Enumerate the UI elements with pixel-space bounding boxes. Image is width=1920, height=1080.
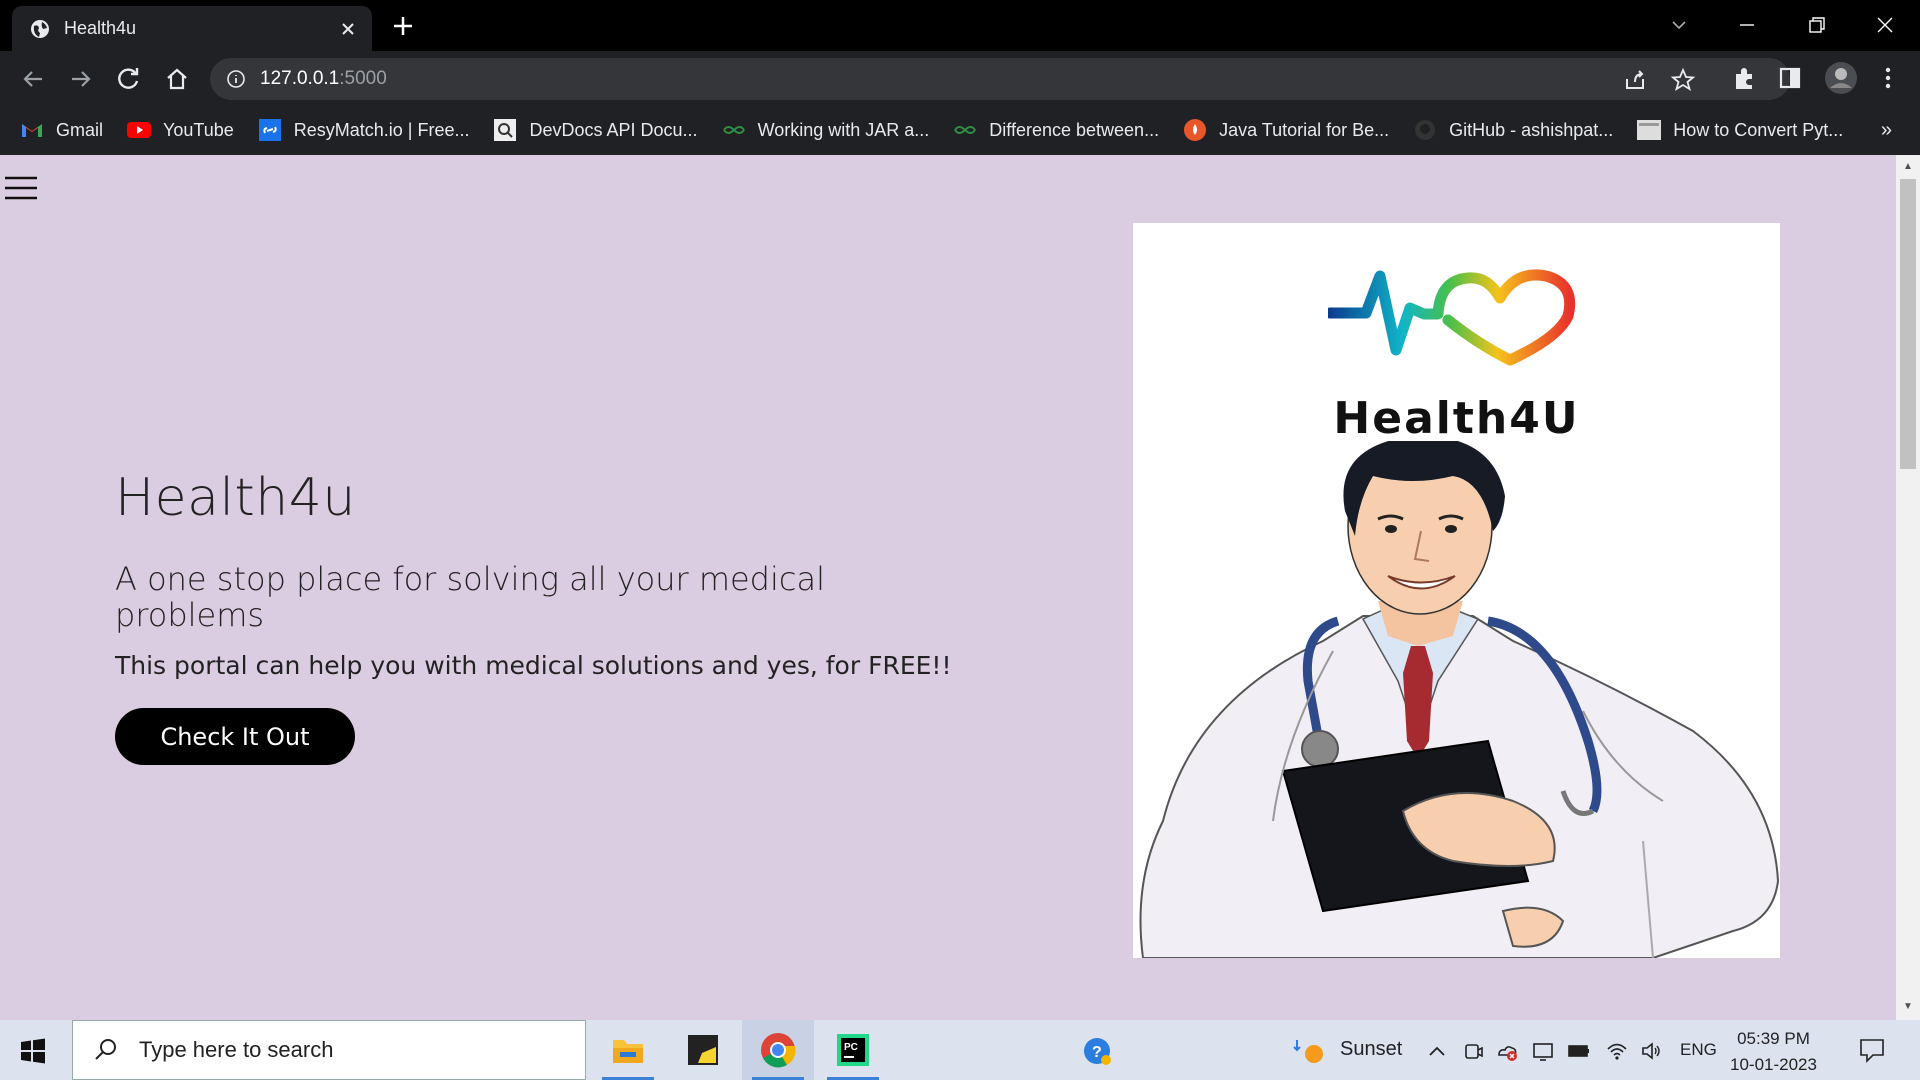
taskbar-search-box[interactable]: Type here to search bbox=[72, 1020, 586, 1080]
page-scrollbar[interactable]: ▲ ▼ bbox=[1896, 155, 1920, 1020]
close-tab-icon[interactable] bbox=[338, 19, 358, 39]
wifi-icon[interactable] bbox=[1606, 1040, 1628, 1062]
url-port: :5000 bbox=[339, 68, 387, 89]
gmail-icon bbox=[20, 120, 44, 140]
bookmark-java[interactable]: Java Tutorial for Be... bbox=[1183, 119, 1390, 141]
close-window-icon[interactable] bbox=[1872, 12, 1898, 38]
minimize-icon[interactable] bbox=[1734, 12, 1760, 38]
taskbar-sticky-notes[interactable] bbox=[667, 1020, 739, 1080]
profile-avatar-icon[interactable] bbox=[1824, 61, 1858, 95]
taskbar-file-explorer[interactable] bbox=[592, 1020, 664, 1080]
doctor-illustration: Health4U bbox=[1133, 223, 1780, 958]
sticky-notes-icon bbox=[688, 1035, 718, 1065]
doctor-figure bbox=[1139, 441, 1780, 958]
tab-search-icon[interactable] bbox=[1666, 12, 1692, 38]
meet-now-icon[interactable] bbox=[1462, 1040, 1484, 1062]
clock-time: 05:39 PM bbox=[1737, 1029, 1810, 1048]
geeks-icon bbox=[953, 120, 977, 140]
scroll-up-icon[interactable]: ▲ bbox=[1902, 161, 1914, 173]
sunset-weather-icon[interactable] bbox=[1292, 1036, 1326, 1064]
pycharm-icon: PC bbox=[837, 1034, 869, 1066]
site-info-icon[interactable] bbox=[226, 69, 246, 89]
browser-tab[interactable]: Health4u bbox=[12, 6, 372, 51]
bookmark-label: How to Convert Pyt... bbox=[1673, 119, 1844, 140]
bookmark-label: DevDocs API Docu... bbox=[529, 119, 698, 140]
taskbar-chrome[interactable] bbox=[742, 1020, 814, 1080]
menu-kebab-icon[interactable] bbox=[1874, 64, 1902, 92]
bookmark-difference[interactable]: Difference between... bbox=[953, 120, 1159, 141]
hamburger-menu-icon[interactable] bbox=[4, 171, 38, 205]
bookmark-convert[interactable]: How to Convert Pyt... bbox=[1637, 120, 1843, 141]
display-icon[interactable] bbox=[1532, 1040, 1554, 1062]
bookmark-label: Java Tutorial for Be... bbox=[1219, 119, 1390, 140]
bookmark-star-icon[interactable] bbox=[1670, 67, 1696, 93]
bookmark-label: Gmail bbox=[56, 119, 104, 140]
bookmark-youtube[interactable]: YouTube bbox=[127, 120, 234, 141]
new-tab-icon[interactable] bbox=[390, 13, 416, 39]
battery-icon[interactable] bbox=[1568, 1040, 1590, 1062]
bookmark-label: ResyMatch.io | Free... bbox=[293, 119, 470, 140]
chrome-icon bbox=[761, 1033, 796, 1068]
windows-start-icon[interactable] bbox=[20, 1038, 46, 1064]
guru99-icon bbox=[1183, 119, 1207, 141]
url-host: 127.0.0.1 bbox=[260, 68, 340, 89]
geeks-icon bbox=[722, 120, 746, 140]
volume-icon[interactable] bbox=[1640, 1040, 1662, 1062]
clock[interactable]: 05:39 PM 10-01-2023 bbox=[1730, 1026, 1817, 1078]
search-placeholder: Type here to search bbox=[139, 1037, 334, 1062]
page-icon bbox=[1637, 120, 1662, 140]
extensions-icon[interactable] bbox=[1730, 64, 1758, 92]
bookmark-gmail[interactable]: Gmail bbox=[20, 120, 103, 141]
address-bar[interactable]: 127.0.0.1:5000 bbox=[210, 58, 1790, 100]
url-text: 127.0.0.1:5000 bbox=[260, 68, 387, 90]
home-icon[interactable] bbox=[162, 64, 192, 94]
search-icon bbox=[95, 1039, 116, 1060]
bookmark-github[interactable]: GitHub - ashishpat... bbox=[1413, 120, 1613, 141]
weather-text[interactable]: Sunset bbox=[1340, 1038, 1402, 1061]
language-indicator[interactable]: ENG bbox=[1680, 1040, 1717, 1060]
windows-taskbar: Type here to search PC ? Sunset ENG 05:3… bbox=[0, 1020, 1920, 1080]
help-icon[interactable]: ? bbox=[1082, 1036, 1112, 1066]
back-icon[interactable] bbox=[18, 64, 48, 94]
bookmark-label: Difference between... bbox=[989, 119, 1160, 140]
check-it-out-button[interactable]: Check It Out bbox=[115, 708, 355, 765]
image-brand-text: Health4U bbox=[1333, 393, 1580, 444]
devdocs-icon bbox=[493, 119, 517, 141]
forward-icon[interactable] bbox=[66, 64, 96, 94]
resymatch-icon bbox=[258, 119, 282, 141]
bookmark-label: Working with JAR a... bbox=[757, 119, 930, 140]
share-icon[interactable] bbox=[1622, 67, 1648, 93]
show-hidden-icons-chevron-icon[interactable] bbox=[1426, 1040, 1448, 1062]
bookmark-resymatch[interactable]: ResyMatch.io | Free... bbox=[258, 119, 470, 141]
more-bookmarks-icon[interactable]: » bbox=[1881, 119, 1892, 142]
globe-icon bbox=[31, 19, 49, 38]
clock-date: 10-01-2023 bbox=[1730, 1055, 1817, 1074]
tab-title: Health4u bbox=[64, 18, 137, 38]
bookmark-devdocs[interactable]: DevDocs API Docu... bbox=[493, 119, 698, 141]
onedrive-error-icon[interactable] bbox=[1496, 1040, 1518, 1062]
svg-text:PC: PC bbox=[844, 1042, 858, 1053]
taskbar-pycharm[interactable]: PC bbox=[817, 1020, 889, 1080]
browser-toolbar: 127.0.0.1:5000 Gmail YouTube ResyMatch.i… bbox=[0, 51, 1920, 155]
hero-subtitle: A one stop place for solving all your me… bbox=[115, 560, 825, 634]
scroll-down-icon[interactable]: ▼ bbox=[1902, 1001, 1914, 1013]
bookmark-jar[interactable]: Working with JAR a... bbox=[722, 119, 930, 141]
hero-description: This portal can help you with medical so… bbox=[115, 651, 952, 680]
bookmark-label: YouTube bbox=[163, 119, 234, 140]
heartbeat-logo-icon bbox=[1328, 269, 1576, 366]
side-panel-icon[interactable] bbox=[1776, 64, 1804, 92]
file-explorer-icon bbox=[613, 1040, 643, 1063]
reload-icon[interactable] bbox=[114, 64, 144, 94]
webpage: Health4u A one stop place for solving al… bbox=[0, 155, 1896, 1020]
svg-text:?: ? bbox=[1092, 1044, 1102, 1061]
notifications-icon[interactable] bbox=[1858, 1036, 1886, 1064]
scroll-thumb[interactable] bbox=[1900, 179, 1916, 469]
restore-icon[interactable] bbox=[1804, 12, 1830, 38]
bookmark-label: GitHub - ashishpat... bbox=[1449, 119, 1614, 140]
youtube-icon bbox=[127, 120, 152, 140]
github-icon bbox=[1413, 120, 1437, 140]
bookmarks-bar: Gmail YouTube ResyMatch.io | Free... Dev… bbox=[0, 110, 1920, 150]
hero-title: Health4u bbox=[115, 468, 356, 528]
browser-titlebar: Health4u bbox=[0, 0, 1920, 51]
